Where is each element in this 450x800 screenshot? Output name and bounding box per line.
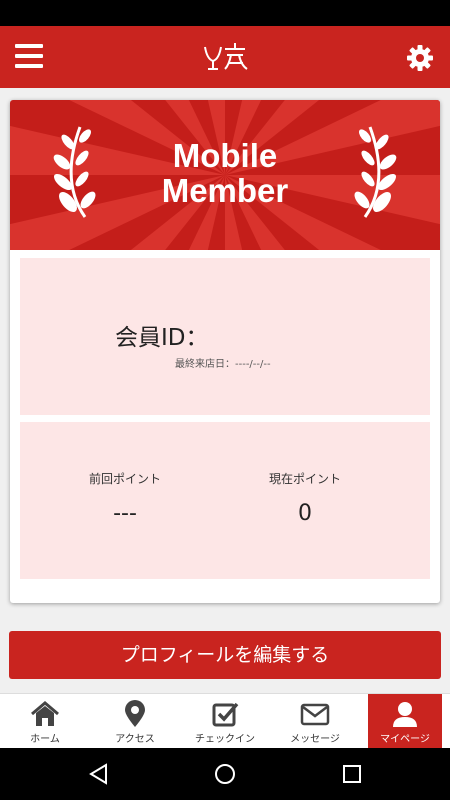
current-points: 現在ポイント 0 — [225, 470, 385, 526]
checkbox-icon — [212, 702, 239, 727]
member-card: Mobile Member 会員ID： 最終来店日：----/--/-- 前回ポ… — [10, 100, 440, 603]
user-icon — [393, 702, 417, 727]
hamburger-menu-icon[interactable] — [15, 44, 43, 70]
bottom-tab-bar: ホーム アクセス チェックイン メッセージ マイページ — [0, 693, 450, 749]
member-id-panel: 会員ID： 最終来店日：----/--/-- — [20, 258, 430, 415]
home-circle-icon[interactable] — [213, 762, 237, 786]
laurel-left-icon — [53, 126, 96, 218]
tab-message-label: メッセージ — [290, 734, 340, 745]
main-content: Mobile Member 会員ID： 最終来店日：----/--/-- 前回ポ… — [0, 88, 450, 693]
tab-home[interactable]: ホーム — [0, 694, 90, 749]
system-nav-bar — [0, 748, 450, 800]
logo — [204, 43, 248, 70]
tab-checkin[interactable]: チェックイン — [180, 694, 270, 749]
current-points-value: 0 — [298, 501, 312, 526]
edit-profile-button[interactable]: プロフィールを編集する — [9, 631, 441, 679]
gear-icon[interactable] — [405, 43, 435, 73]
banner-title-line2: Member — [161, 172, 289, 209]
envelope-icon — [300, 703, 330, 726]
tab-checkin-label: チェックイン — [195, 734, 255, 745]
tab-mypage[interactable]: マイページ — [368, 694, 442, 749]
last-visit-date: 最終来店日：----/--/-- — [175, 359, 271, 370]
home-icon — [31, 701, 59, 726]
member-banner: Mobile Member — [10, 100, 440, 250]
banner-title: Mobile Member — [100, 138, 350, 208]
current-points-label: 現在ポイント — [268, 472, 341, 486]
status-bar — [0, 0, 450, 26]
app-bar — [0, 26, 450, 88]
back-triangle-icon[interactable] — [87, 762, 111, 786]
tab-mypage-label: マイページ — [380, 734, 430, 745]
tab-access[interactable]: アクセス — [90, 694, 180, 749]
previous-points: 前回ポイント --- — [45, 470, 205, 526]
member-id-label: 会員ID： — [115, 325, 209, 351]
previous-points-label: 前回ポイント — [88, 472, 161, 486]
tab-message[interactable]: メッセージ — [270, 694, 360, 749]
tab-access-label: アクセス — [115, 734, 155, 745]
laurel-right-icon — [354, 126, 397, 218]
points-panel: 前回ポイント --- 現在ポイント 0 — [20, 422, 430, 579]
recents-square-icon[interactable] — [340, 762, 364, 786]
banner-title-line1: Mobile — [172, 137, 278, 174]
map-pin-icon — [125, 700, 145, 727]
tab-home-label: ホーム — [30, 734, 60, 745]
previous-points-value: --- — [113, 501, 137, 526]
